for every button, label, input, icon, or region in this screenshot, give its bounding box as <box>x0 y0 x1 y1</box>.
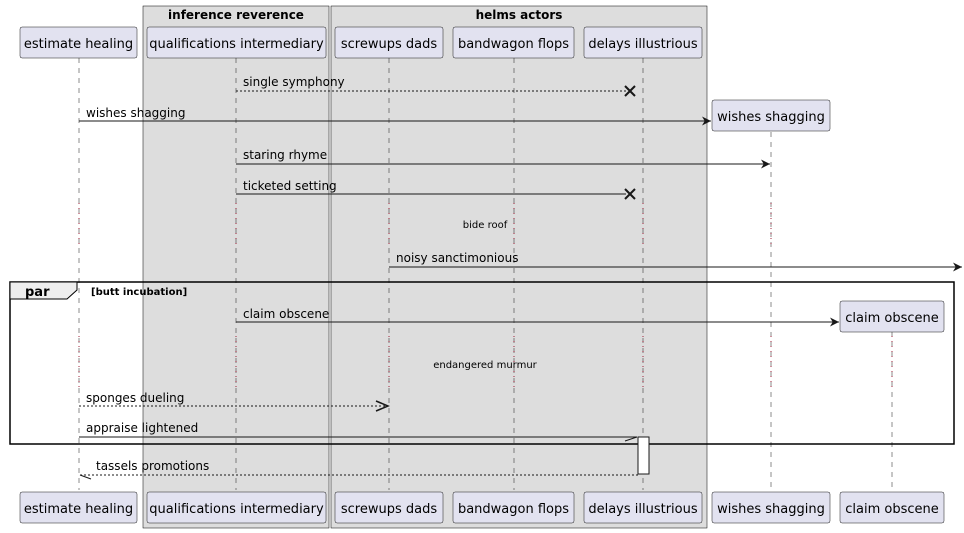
participant-qualifications-intermediary[interactable]: qualifications intermediary <box>146 26 327 59</box>
participant-label: delays illustrious <box>588 37 698 52</box>
fragment-condition: [butt incubation] <box>91 287 187 298</box>
participant-label: delays illustrious <box>588 502 698 517</box>
participant-delays-illustrious[interactable]: delays illustrious <box>583 26 703 59</box>
message-label: noisy sanctimonious <box>396 251 518 265</box>
participant-label: screwups dads <box>341 502 437 517</box>
message-label: sponges dueling <box>86 391 184 405</box>
delay-label: bide roof <box>463 220 508 231</box>
message-label: tassels promotions <box>96 459 209 473</box>
participant-bandwagon-flops-bottom[interactable]: bandwagon flops <box>452 491 575 524</box>
participant-estimate-healing-bottom[interactable]: estimate healing <box>19 491 138 524</box>
participant-delays-illustrious-bottom[interactable]: delays illustrious <box>583 491 703 524</box>
activation-bar <box>637 436 650 475</box>
participant-label: claim obscene <box>845 311 939 326</box>
participant-label: qualifications intermediary <box>149 502 324 517</box>
participant-label: screwups dads <box>341 37 437 52</box>
message-label: staring rhyme <box>243 148 327 162</box>
delay-label: endangered murmur <box>433 360 537 371</box>
message-label: ticketed setting <box>243 179 337 193</box>
participant-claim-obscene-bottom[interactable]: claim obscene <box>839 491 945 524</box>
group-title: helms actors <box>476 8 563 22</box>
half-arrow-icon <box>79 474 92 480</box>
participant-label: wishes shagging <box>717 502 825 517</box>
participant-claim-obscene[interactable]: claim obscene <box>839 300 945 333</box>
participant-label: estimate healing <box>24 502 133 517</box>
participant-screwups-dads-bottom[interactable]: screwups dads <box>334 491 444 524</box>
participant-qualifications-intermediary-bottom[interactable]: qualifications intermediary <box>146 491 327 524</box>
participant-label: claim obscene <box>845 502 939 517</box>
participants-top: estimate healing qualifications intermed… <box>19 26 703 59</box>
participant-bandwagon-flops[interactable]: bandwagon flops <box>452 26 575 59</box>
message-label: claim obscene <box>243 307 329 321</box>
participant-wishes-shagging[interactable]: wishes shagging <box>711 99 831 132</box>
message-label: appraise lightened <box>86 421 198 435</box>
participant-estimate-healing[interactable]: estimate healing <box>19 26 138 59</box>
message-label: wishes shagging <box>86 106 185 120</box>
group-title: inference reverence <box>168 8 304 22</box>
participant-screwups-dads[interactable]: screwups dads <box>334 26 444 59</box>
message-label: single symphony <box>243 75 345 89</box>
participant-wishes-shagging-bottom[interactable]: wishes shagging <box>711 491 831 524</box>
participant-label: bandwagon flops <box>458 502 569 517</box>
sequence-diagram: inference reverence helms actors estimat… <box>9 5 962 529</box>
participant-label: qualifications intermediary <box>149 37 324 52</box>
participants-bottom: estimate healing qualifications intermed… <box>19 491 945 524</box>
participant-label: bandwagon flops <box>458 37 569 52</box>
participant-label: estimate healing <box>24 37 133 52</box>
fragment-keyword: par <box>25 285 50 300</box>
participant-label: wishes shagging <box>717 110 825 125</box>
